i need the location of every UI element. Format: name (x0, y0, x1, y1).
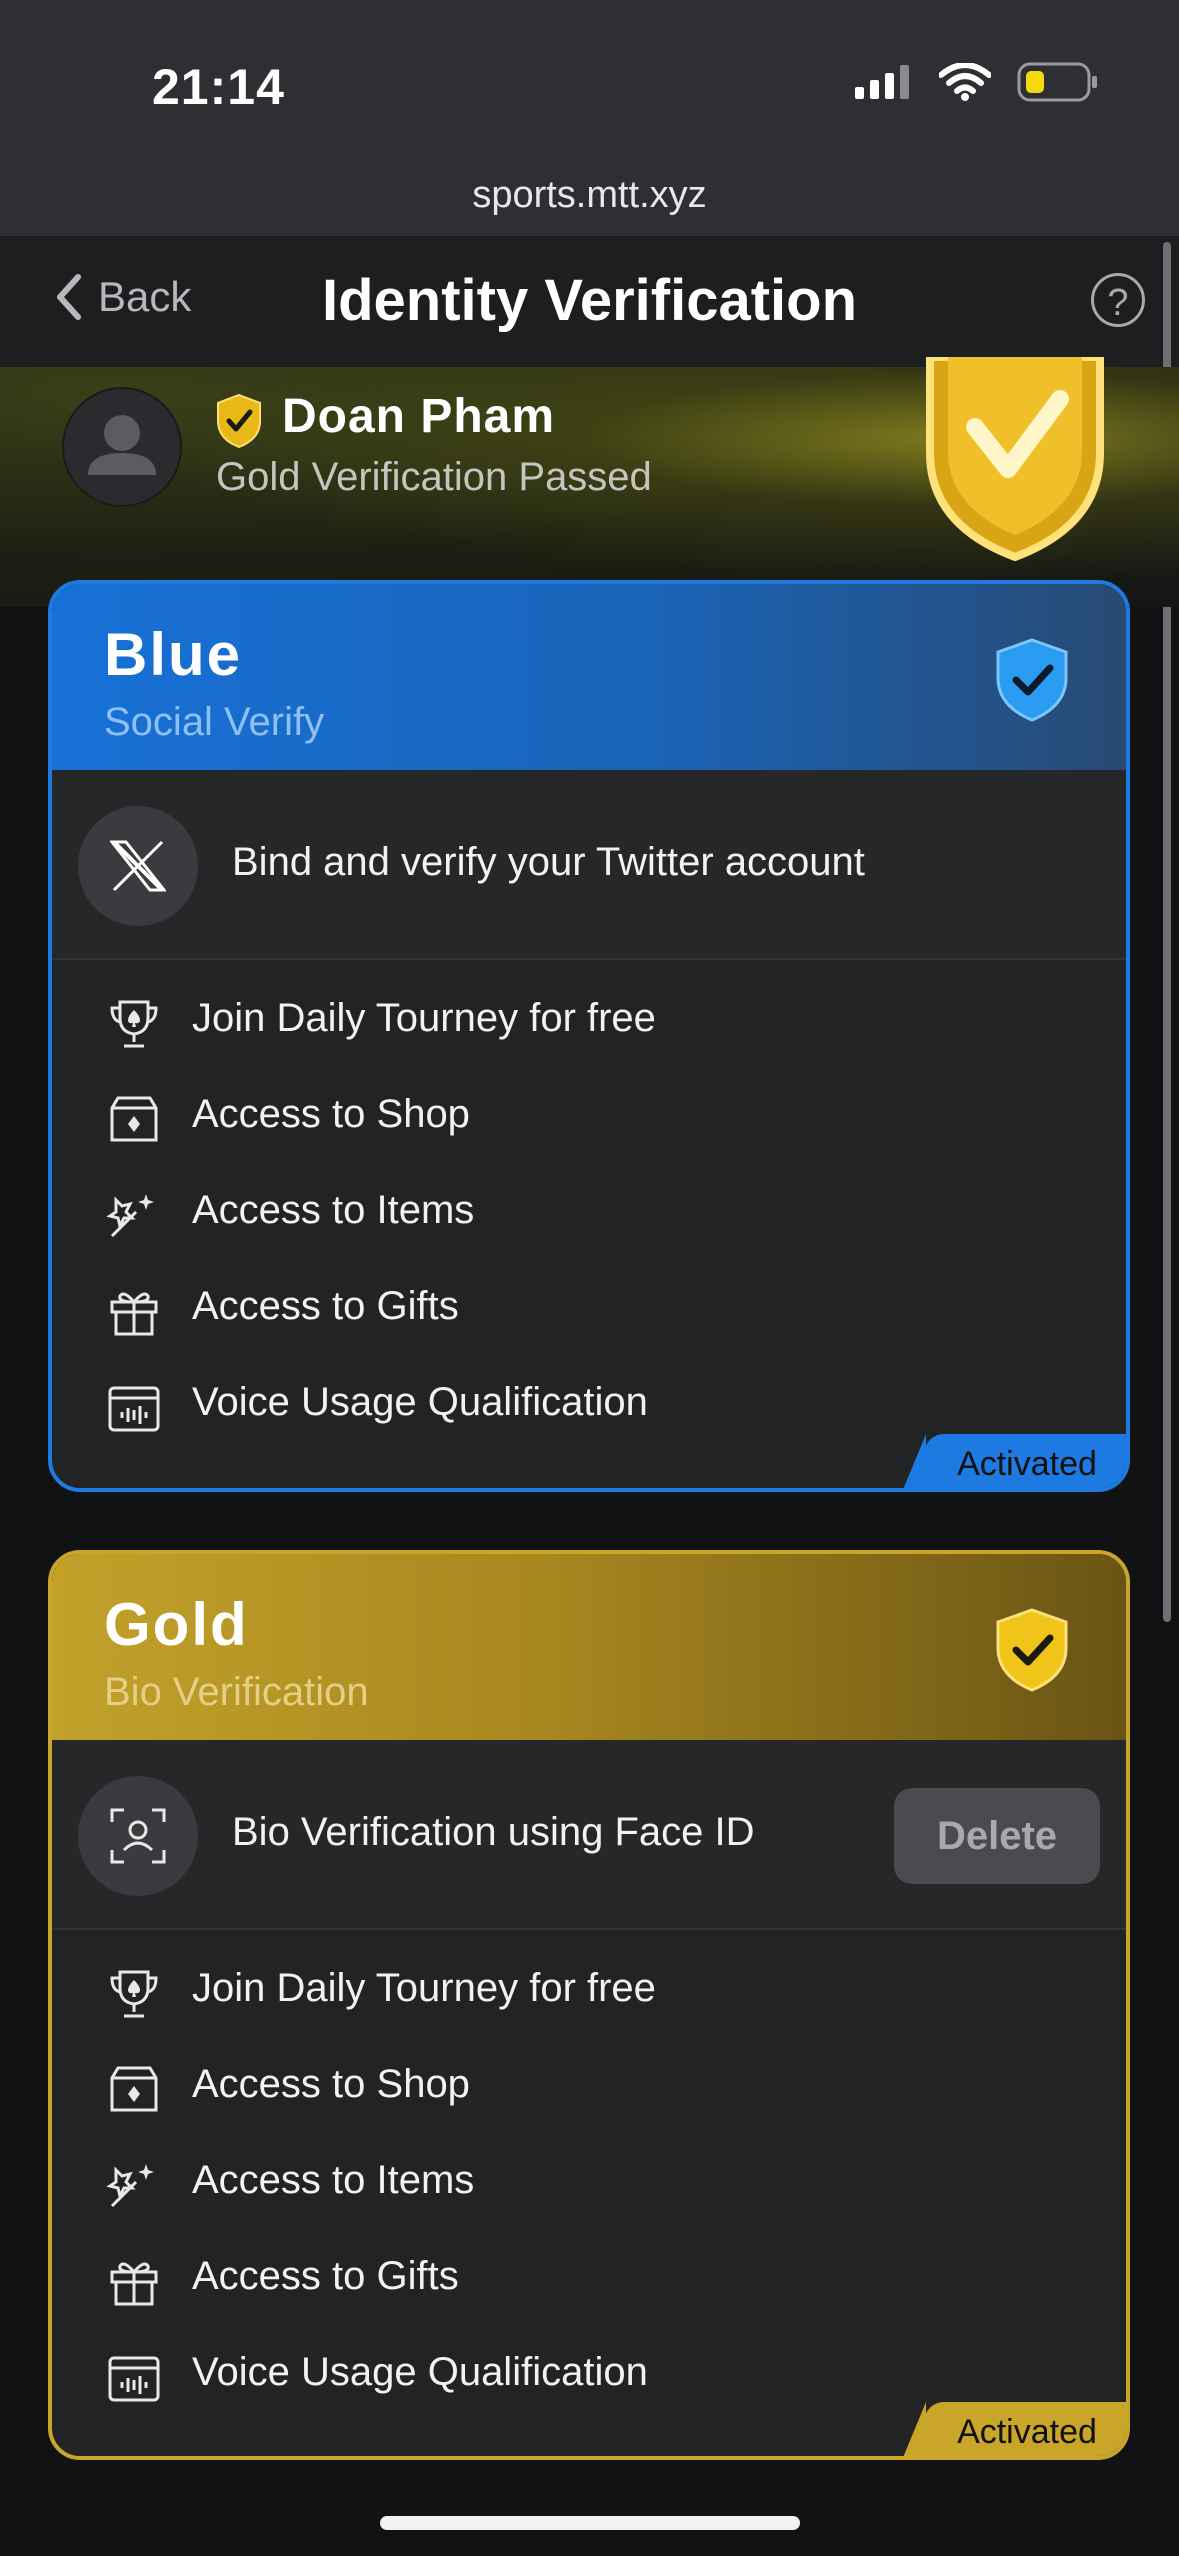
blue-verification-card: Blue Social Verify Bind and verify your … (48, 580, 1130, 1492)
wifi-icon (939, 63, 991, 101)
feature-label: Join Daily Tourney for free (192, 1966, 656, 2010)
card-title: Gold (104, 1591, 249, 1658)
browser-url-bar[interactable]: sports.mtt.xyz (0, 160, 1179, 237)
feature-label: Access to Shop (192, 2062, 470, 2106)
verification-status: Gold Verification Passed (216, 455, 652, 499)
list-item: Access to Gifts (52, 1262, 1126, 1358)
activated-badge: Activated (902, 1434, 1126, 1488)
blue-shield-check-icon (996, 638, 1068, 722)
method-label: Bind and verify your Twitter account (232, 840, 865, 884)
status-time: 21:14 (152, 59, 285, 115)
gift-icon (110, 1292, 158, 1336)
help-button[interactable]: ? (1091, 273, 1145, 327)
feature-label: Access to Items (192, 2158, 475, 2202)
magic-wand-icon (106, 1194, 154, 1238)
user-header: Doan Pham Gold Verification Passed (0, 357, 1179, 607)
twitter-bind-row[interactable]: Bind and verify your Twitter account (52, 770, 1126, 960)
activated-badge: Activated (902, 2402, 1126, 2456)
card-header: Gold Bio Verification (52, 1554, 1126, 1740)
face-id-icon (78, 1776, 198, 1896)
card-subtitle: Social Verify (104, 700, 325, 744)
list-item: Access to Items (52, 1166, 1126, 1262)
status-bar: 21:14 (0, 0, 1179, 160)
avatar[interactable] (62, 387, 182, 507)
feature-label: Voice Usage Qualification (192, 1380, 648, 1424)
trophy-spade-icon (110, 1000, 158, 1048)
shop-icon (110, 1096, 158, 1142)
feature-list: Join Daily Tourney for free Access to Sh… (52, 1930, 1126, 2424)
card-header: Blue Social Verify (52, 584, 1126, 770)
list-item: Join Daily Tourney for free (52, 974, 1126, 1070)
gold-shield-check-icon (996, 1608, 1068, 1692)
card-title: Blue (104, 621, 243, 688)
feature-label: Join Daily Tourney for free (192, 996, 656, 1040)
feature-label: Voice Usage Qualification (192, 2350, 648, 2394)
feature-label: Access to Shop (192, 1092, 470, 1136)
shop-icon (110, 2066, 158, 2112)
method-label: Bio Verification using Face ID (232, 1810, 755, 1854)
user-placeholder-icon (88, 415, 156, 475)
battery-low-icon (1017, 62, 1097, 102)
gold-verification-shield-icon (926, 357, 1104, 562)
delete-button[interactable]: Delete (894, 1788, 1100, 1884)
status-icons (855, 62, 1099, 102)
feature-label: Access to Items (192, 1188, 475, 1232)
gold-shield-check-icon (217, 393, 261, 449)
list-item: Access to Shop (52, 1070, 1126, 1166)
feature-label: Access to Gifts (192, 1284, 459, 1328)
trophy-spade-icon (110, 1970, 158, 2018)
face-id-row: Bio Verification using Face ID Delete (52, 1740, 1126, 1930)
feature-label: Access to Gifts (192, 2254, 459, 2298)
page-title: Identity Verification (322, 268, 857, 333)
card-subtitle: Bio Verification (104, 1670, 369, 1714)
feature-list: Join Daily Tourney for free Access to Sh… (52, 960, 1126, 1454)
user-name: Doan Pham (282, 390, 556, 443)
voice-card-icon (108, 1386, 160, 1432)
navigation-bar: Back Identity Verification ? (0, 237, 1179, 367)
cellular-signal-icon (855, 65, 909, 99)
magic-wand-icon (106, 2164, 154, 2208)
list-item: Join Daily Tourney for free (52, 1944, 1126, 2040)
list-item: Access to Items (52, 2136, 1126, 2232)
gift-icon (110, 2262, 158, 2306)
voice-card-icon (108, 2356, 160, 2402)
x-twitter-icon (78, 806, 198, 926)
url-text: sports.mtt.xyz (472, 174, 707, 216)
list-item: Access to Shop (52, 2040, 1126, 2136)
home-indicator[interactable] (380, 2516, 800, 2530)
list-item: Access to Gifts (52, 2232, 1126, 2328)
gold-verification-card: Gold Bio Verification Bio Verification u… (48, 1550, 1130, 2460)
